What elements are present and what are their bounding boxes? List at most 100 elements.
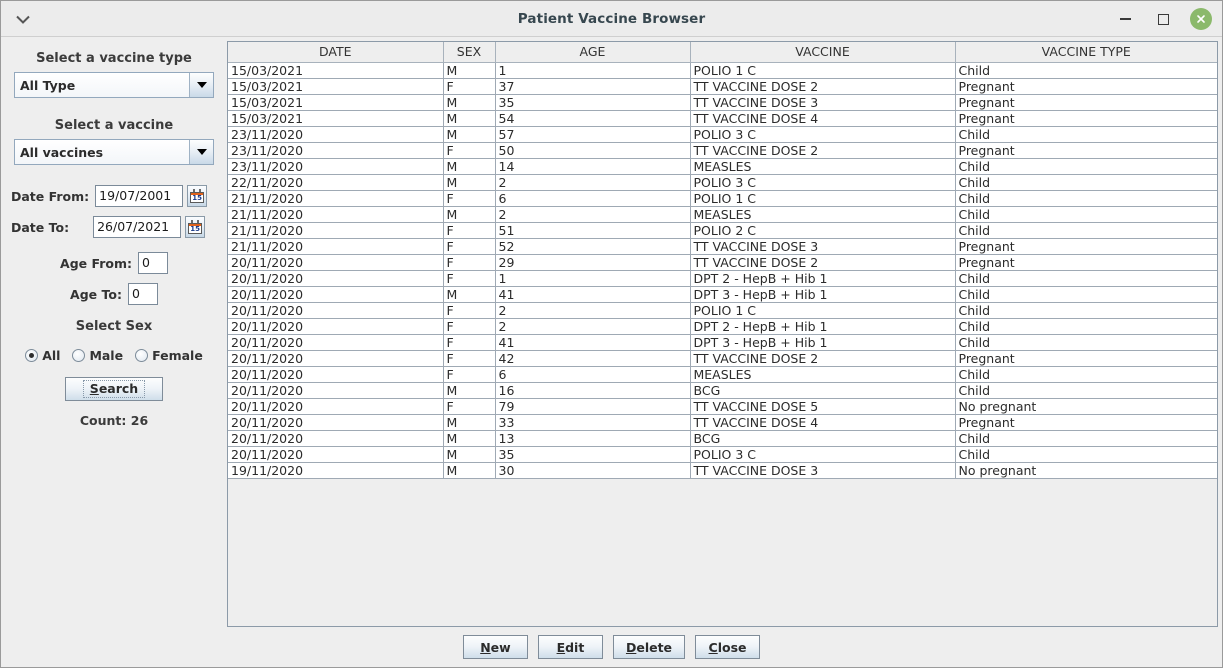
table-row[interactable]: 19/11/2020 M 30 TT VACCINE DOSE 3 No pregnan… (228, 462, 1217, 479)
delete-button[interactable]: Delete (612, 635, 686, 659)
results-table-panel[interactable]: DATE SEX AGE VACCINE VACCINE TYPE 15/03/… (227, 41, 1218, 627)
calendar-icon[interactable]: 15 (185, 216, 206, 238)
search-button[interactable]: Search (65, 377, 163, 401)
table-row[interactable]: 20/11/2020 M 41 DPT 3 - HepB + Hib 1 Child (228, 286, 1217, 303)
cell-vaccine-type: Child (955, 318, 1217, 335)
column-header-sex[interactable]: SEX (443, 42, 496, 63)
cell-sex: F (443, 270, 496, 287)
column-header-date[interactable]: DATE (228, 42, 444, 63)
cell-age: 6 (495, 366, 691, 383)
vaccine-type-value: All Type (15, 73, 189, 97)
cell-vaccine: POLIO 3 C (690, 174, 956, 191)
close-icon[interactable] (1190, 8, 1212, 30)
cell-age: 57 (495, 126, 691, 143)
cell-vaccine: TT VACCINE DOSE 2 (690, 142, 956, 159)
cell-date: 21/11/2020 (228, 190, 444, 207)
table-row[interactable]: 15/03/2021 M 1 POLIO 1 C Child (228, 62, 1217, 79)
table-row[interactable]: 20/11/2020 F 2 POLIO 1 C Child (228, 302, 1217, 319)
cell-date: 15/03/2021 (228, 62, 444, 79)
cell-sex: M (443, 462, 496, 479)
radio-all-icon[interactable] (25, 349, 39, 362)
calendar-icon[interactable]: 15 (187, 185, 208, 207)
cell-vaccine-type: Child (955, 382, 1217, 399)
table-row[interactable]: 15/03/2021 F 37 TT VACCINE DOSE 2 Pregnant (228, 78, 1217, 95)
age-to-input[interactable]: 0 (127, 283, 158, 305)
close-button-mnemonic: C (708, 639, 718, 655)
chevron-down-icon[interactable] (15, 12, 31, 26)
close-dialog-button[interactable]: Close (695, 635, 761, 659)
radio-all[interactable]: All (25, 348, 60, 363)
minimize-icon[interactable] (1114, 8, 1136, 30)
cell-sex: F (443, 334, 496, 351)
table-row[interactable]: 20/11/2020 M 33 TT VACCINE DOSE 4 Pregnant (228, 414, 1217, 431)
column-header-vaccine-type[interactable]: VACCINE TYPE (955, 42, 1217, 63)
table-row[interactable]: 15/03/2021 M 35 TT VACCINE DOSE 3 Pregnant (228, 94, 1217, 111)
edit-button[interactable]: Edit (537, 635, 603, 659)
edit-button-mnemonic: E (556, 639, 566, 655)
table-row[interactable]: 23/11/2020 F 50 TT VACCINE DOSE 2 Pregnant (228, 142, 1217, 159)
radio-male-label: Male (89, 348, 124, 363)
cell-age: 6 (495, 190, 691, 207)
cell-vaccine-type: Child (955, 222, 1217, 239)
column-header-age[interactable]: AGE (495, 42, 691, 63)
maximize-icon[interactable] (1152, 8, 1174, 30)
table-row[interactable]: 22/11/2020 M 2 POLIO 3 C Child (228, 174, 1217, 191)
table-row[interactable]: 20/11/2020 F 1 DPT 2 - HepB + Hib 1 Child (228, 270, 1217, 287)
table-row[interactable]: 20/11/2020 F 42 TT VACCINE DOSE 2 Pregnant (228, 350, 1217, 367)
table-row[interactable]: 20/11/2020 F 79 TT VACCINE DOSE 5 No pregnan… (228, 398, 1217, 415)
table-row[interactable]: 23/11/2020 M 14 MEASLES Child (228, 158, 1217, 175)
cell-sex: M (443, 430, 496, 447)
cell-date: 20/11/2020 (228, 254, 444, 271)
sex-radio-group: All Male Female (25, 348, 203, 363)
cell-vaccine-type: Child (955, 446, 1217, 463)
cell-age: 1 (495, 62, 691, 79)
table-row[interactable]: 21/11/2020 M 2 MEASLES Child (228, 206, 1217, 223)
table-row[interactable]: 20/11/2020 F 41 DPT 3 - HepB + Hib 1 Child (228, 334, 1217, 351)
table-row[interactable]: 21/11/2020 F 52 TT VACCINE DOSE 3 Pregnant (228, 238, 1217, 255)
cell-date: 20/11/2020 (228, 286, 444, 303)
table-row[interactable]: 23/11/2020 M 57 POLIO 3 C Child (228, 126, 1217, 143)
search-button-mnemonic: S (89, 381, 99, 396)
radio-female-icon[interactable] (135, 349, 149, 362)
cell-vaccine: MEASLES (690, 158, 956, 175)
cell-age: 51 (495, 222, 691, 239)
cell-age: 54 (495, 110, 691, 127)
vaccine-type-select[interactable]: All Type (14, 72, 214, 98)
cell-date: 20/11/2020 (228, 446, 444, 463)
chevron-down-icon[interactable] (189, 73, 213, 97)
vaccine-select[interactable]: All vaccines (14, 139, 214, 165)
radio-male-icon[interactable] (72, 349, 86, 362)
cell-sex: M (443, 126, 496, 143)
cell-age: 35 (495, 446, 691, 463)
cell-vaccine: BCG (690, 430, 956, 447)
cell-date: 20/11/2020 (228, 382, 444, 399)
age-from-input[interactable]: 0 (137, 252, 168, 274)
cell-vaccine-type: Child (955, 366, 1217, 383)
table-row[interactable]: 20/11/2020 F 6 MEASLES Child (228, 366, 1217, 383)
cell-date: 20/11/2020 (228, 398, 444, 415)
cell-age: 2 (495, 302, 691, 319)
cell-vaccine: DPT 2 - HepB + Hib 1 (690, 270, 956, 287)
chevron-down-icon[interactable] (189, 140, 213, 164)
date-to-input[interactable]: 26/07/2021 (93, 216, 182, 238)
radio-male[interactable]: Male (72, 348, 123, 363)
table-row[interactable]: 21/11/2020 F 6 POLIO 1 C Child (228, 190, 1217, 207)
table-empty-area (228, 478, 1217, 626)
cell-sex: F (443, 366, 496, 383)
table-row[interactable]: 20/11/2020 M 16 BCG Child (228, 382, 1217, 399)
date-from-row: Date From: 19/07/2001 15 (11, 185, 217, 207)
table-row[interactable]: 21/11/2020 F 51 POLIO 2 C Child (228, 222, 1217, 239)
radio-female[interactable]: Female (135, 348, 203, 363)
column-header-vaccine[interactable]: VACCINE (690, 42, 956, 63)
table-row[interactable]: 15/03/2021 M 54 TT VACCINE DOSE 4 Pregnant (228, 110, 1217, 127)
vaccine-type-heading: Select a vaccine type (36, 51, 192, 66)
new-button[interactable]: New (462, 635, 528, 659)
table-row[interactable]: 20/11/2020 M 35 POLIO 3 C Child (228, 446, 1217, 463)
cell-vaccine: POLIO 3 C (690, 446, 956, 463)
table-row[interactable]: 20/11/2020 F 29 TT VACCINE DOSE 2 Pregnant (228, 254, 1217, 271)
table-row[interactable]: 20/11/2020 F 2 DPT 2 - HepB + Hib 1 Child (228, 318, 1217, 335)
cell-vaccine: DPT 3 - HepB + Hib 1 (690, 334, 956, 351)
date-from-input[interactable]: 19/07/2001 (95, 185, 184, 207)
cell-sex: F (443, 318, 496, 335)
table-row[interactable]: 20/11/2020 M 13 BCG Child (228, 430, 1217, 447)
